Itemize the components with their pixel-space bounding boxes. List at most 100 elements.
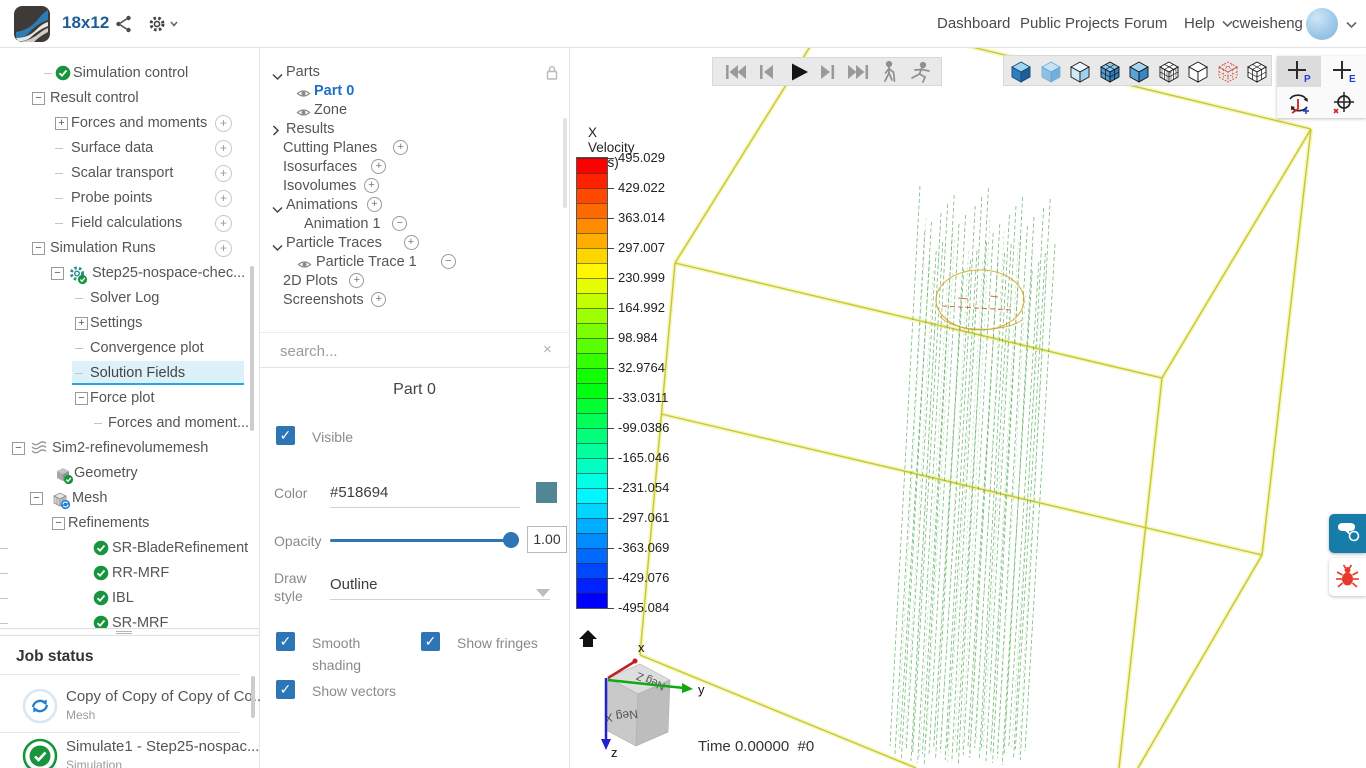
opacity-value[interactable]: 1.00	[527, 526, 567, 553]
tree-expander[interactable]: −	[52, 517, 65, 530]
view-solid-button[interactable]	[1008, 58, 1036, 84]
add-item-button[interactable]: +	[215, 215, 232, 232]
skip-to-first-button[interactable]	[721, 60, 749, 84]
tree-expander[interactable]: +	[75, 317, 88, 330]
home-view-icon[interactable]	[579, 630, 597, 647]
add-button[interactable]: +	[371, 292, 387, 307]
view-points-button[interactable]	[1215, 58, 1243, 84]
orientation-cube[interactable]: Neg Z Neg X x y z	[578, 626, 713, 761]
user-menu-chevron-icon[interactable]	[1346, 21, 1357, 29]
show-vectors-checkbox[interactable]: ✓	[276, 680, 295, 699]
tree-item-mesh[interactable]: − Mesh	[0, 486, 260, 511]
probe-point-button[interactable]: P	[1277, 56, 1321, 87]
nav-public-projects[interactable]: Public Projects	[1020, 15, 1119, 32]
view-surface-edges-button[interactable]	[1097, 58, 1125, 84]
tree-item-field-calculations[interactable]: Field calculations +	[0, 211, 260, 236]
tree-item-surface-data[interactable]: Surface data +	[0, 136, 260, 161]
view-translucent-button[interactable]	[1038, 58, 1066, 84]
tree-expander[interactable]: +	[55, 117, 68, 130]
color-value[interactable]: #518694	[330, 484, 388, 501]
job-scrollbar[interactable]	[251, 676, 255, 718]
probe-element-button[interactable]: E	[1322, 56, 1366, 87]
tree-item-probe-points[interactable]: Probe points +	[0, 186, 260, 211]
add-button[interactable]: +	[371, 159, 387, 174]
step-back-button[interactable]	[752, 60, 780, 84]
play-button[interactable]	[783, 60, 811, 84]
parts-item-cutting-planes[interactable]: Cutting Planes +	[260, 139, 569, 158]
add-button[interactable]: +	[364, 178, 379, 193]
tree-expander[interactable]: −	[75, 392, 88, 405]
add-item-button[interactable]: +	[215, 165, 232, 182]
parts-item-particle-traces[interactable]: Particle Traces +	[260, 234, 569, 253]
parts-item-2d-plots[interactable]: 2D Plots +	[260, 272, 569, 291]
avatar[interactable]	[1306, 8, 1338, 40]
add-button[interactable]: +	[367, 197, 382, 212]
opacity-slider-track[interactable]	[330, 539, 518, 542]
tree-item-geometry[interactable]: Geometry	[0, 461, 260, 486]
view-quad-mesh-button[interactable]	[1244, 58, 1272, 84]
tree-item-solver-log[interactable]: Solver Log	[0, 286, 260, 311]
tree-item-refinements[interactable]: − Refinements	[0, 511, 260, 536]
panel-splitter[interactable]	[0, 628, 259, 636]
parts-item-isosurfaces[interactable]: Isosurfaces +	[260, 158, 569, 177]
tree-item-simulation-runs[interactable]: − Simulation Runs +	[0, 236, 260, 261]
tree-item-sim2-refinevolumemesh[interactable]: − Sim2-refinevolumemesh	[0, 436, 260, 461]
tree-item-force-plot[interactable]: − Force plot	[0, 386, 260, 411]
show-fringes-checkbox[interactable]: ✓	[421, 632, 440, 651]
visible-checkbox[interactable]: ✓	[276, 426, 295, 445]
smooth-shading-checkbox[interactable]: ✓	[276, 632, 295, 651]
parts-item-part-0[interactable]: Part 0	[260, 82, 569, 101]
parts-item-isovolumes[interactable]: Isovolumes +	[260, 177, 569, 196]
parts-item-particle-trace-1[interactable]: Particle Trace 1 −	[260, 253, 569, 272]
nav-dashboard[interactable]: Dashboard	[937, 15, 1010, 32]
nav-forum[interactable]: Forum	[1124, 15, 1167, 32]
parts-tree-scrollbar[interactable]	[563, 118, 567, 208]
add-item-button[interactable]: +	[215, 190, 232, 207]
app-logo-icon[interactable]	[14, 6, 50, 42]
tree-item-ibl[interactable]: IBL	[0, 586, 260, 611]
color-swatch[interactable]	[536, 482, 557, 503]
search-clear-icon[interactable]: ×	[543, 341, 552, 358]
view-mesh-button[interactable]	[1156, 58, 1184, 84]
tree-item-sr-bladerefinement[interactable]: SR-BladeRefinement	[0, 536, 260, 561]
viewport-3d[interactable]: X Velocity (m/s) 495.029429.022363.01429…	[570, 48, 1366, 768]
draw-style-value[interactable]: Outline	[330, 576, 378, 593]
job-item[interactable]: Copy of Copy of Copy of Co... Mesh	[0, 682, 265, 730]
tree-item-step25-nospace-chec[interactable]: − Step25-nospace-chec...	[0, 261, 260, 286]
tree-item-solution-fields[interactable]: Solution Fields	[0, 361, 260, 386]
add-button[interactable]: +	[393, 140, 409, 155]
skip-to-last-button[interactable]	[845, 60, 873, 84]
remove-button[interactable]: −	[440, 254, 456, 269]
parts-item-results[interactable]: Results	[260, 120, 569, 139]
share-icon[interactable]	[114, 14, 134, 39]
rotate-view-button[interactable]	[1277, 87, 1321, 118]
tree-expander[interactable]: −	[12, 442, 25, 455]
chat-button[interactable]	[1329, 514, 1366, 553]
opacity-slider-thumb[interactable]	[503, 532, 519, 548]
tree-item-forces-and-moments[interactable]: + Forces and moments +	[0, 111, 260, 136]
step-forward-button[interactable]	[814, 60, 842, 84]
tree-item-convergence-plot[interactable]: Convergence plot	[0, 336, 260, 361]
bug-report-button[interactable]	[1329, 558, 1366, 596]
tree-item-result-control[interactable]: − Result control	[0, 86, 260, 111]
add-button[interactable]: +	[349, 273, 365, 288]
tree-item-settings[interactable]: + Settings	[0, 311, 260, 336]
tree-item-rr-mrf[interactable]: RR-MRF	[0, 561, 260, 586]
fly-mode-button[interactable]	[907, 60, 935, 84]
tree-item-forces-and-moment[interactable]: Forces and moment...	[0, 411, 260, 436]
draw-style-dropdown-caret[interactable]	[536, 589, 550, 597]
tree-expander[interactable]: −	[32, 242, 45, 255]
tree-expander[interactable]: −	[30, 492, 43, 505]
view-feature-edges-button[interactable]	[1126, 58, 1154, 84]
parts-item-zone[interactable]: Zone	[260, 101, 569, 120]
tree-item-sr-mrf[interactable]: SR-MRF	[0, 611, 260, 628]
add-item-button[interactable]: +	[215, 140, 232, 157]
center-rotation-button[interactable]	[1322, 87, 1366, 118]
tree-expander[interactable]: −	[51, 267, 64, 280]
left-tree-scrollbar[interactable]	[250, 266, 254, 431]
view-hidden-line-button[interactable]	[1185, 58, 1213, 84]
walk-mode-button[interactable]	[876, 60, 904, 84]
add-item-button[interactable]: +	[215, 240, 232, 257]
search-input[interactable]	[280, 339, 535, 363]
add-button[interactable]: +	[403, 235, 419, 250]
